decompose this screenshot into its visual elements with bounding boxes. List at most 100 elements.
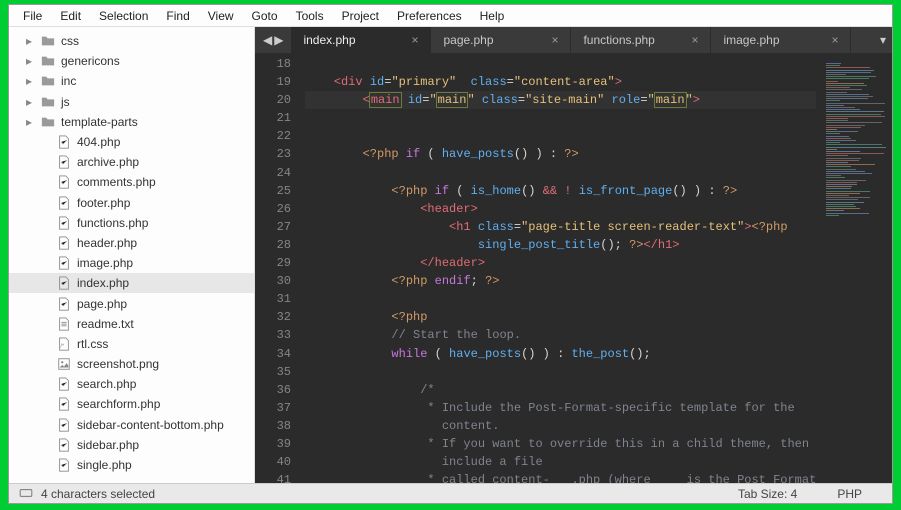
code-line: <main id="main" class="site-main" role="… xyxy=(305,91,816,109)
code-line: <?php if ( have_posts() ) : ?> xyxy=(305,147,579,161)
line-number: 30 xyxy=(255,272,291,290)
code-line: <?php endif; ?> xyxy=(305,274,499,288)
menu-goto[interactable]: Goto xyxy=(244,7,286,25)
file-icon xyxy=(57,297,71,311)
file-item[interactable]: comments.php xyxy=(9,172,254,192)
file-icon xyxy=(57,256,71,270)
code-editor[interactable]: <div id="primary" class="content-area"> … xyxy=(301,53,822,483)
file-icon xyxy=(57,135,71,149)
file-label: page.php xyxy=(77,297,127,311)
line-number: 28 xyxy=(255,236,291,254)
line-number: 38 xyxy=(255,417,291,435)
line-number: 25 xyxy=(255,182,291,200)
app-window: FileEditSelectionFindViewGotoToolsProjec… xyxy=(8,4,893,504)
minimap[interactable] xyxy=(822,53,892,483)
file-label: search.php xyxy=(77,377,136,391)
file-label: image.php xyxy=(77,256,133,270)
disclosure-icon[interactable]: ▸ xyxy=(25,115,33,129)
statusbar-icon xyxy=(19,487,33,501)
line-number: 24 xyxy=(255,164,291,182)
file-icon xyxy=(57,418,71,432)
file-item[interactable]: header.php xyxy=(9,233,254,253)
menu-preferences[interactable]: Preferences xyxy=(389,7,470,25)
disclosure-icon[interactable]: ▸ xyxy=(25,34,33,48)
file-item[interactable]: functions.php xyxy=(9,213,254,233)
file-icon xyxy=(57,175,71,189)
tab-label: index.php xyxy=(303,33,355,47)
file-tree: ▸css▸genericons▸inc▸js▸template-parts 404… xyxy=(9,27,254,475)
file-item[interactable]: readme.txt xyxy=(9,314,254,334)
folder-item[interactable]: ▸js xyxy=(9,92,254,112)
file-icon xyxy=(57,317,71,331)
tabbar-overflow-icon[interactable]: ▾ xyxy=(880,27,886,53)
file-icon xyxy=(57,155,71,169)
line-number: 29 xyxy=(255,254,291,272)
file-item[interactable]: page.php xyxy=(9,293,254,313)
statusbar-tab-size[interactable]: Tab Size: 4 xyxy=(738,487,797,501)
file-icon xyxy=(57,377,71,391)
file-item[interactable]: screenshot.png xyxy=(9,354,254,374)
menu-edit[interactable]: Edit xyxy=(52,7,89,25)
tab-close-icon[interactable]: × xyxy=(691,33,698,47)
file-label: screenshot.png xyxy=(77,357,159,371)
line-number: 27 xyxy=(255,218,291,236)
folder-icon xyxy=(41,54,55,68)
statusbar-selection-text: 4 characters selected xyxy=(41,487,155,501)
menu-view[interactable]: View xyxy=(200,7,242,25)
folder-item[interactable]: ▸css xyxy=(9,31,254,51)
menu-file[interactable]: File xyxy=(15,7,50,25)
file-item[interactable]: single.php xyxy=(9,455,254,475)
file-item[interactable]: index.php xyxy=(9,273,254,293)
file-item[interactable]: /*rtl.css xyxy=(9,334,254,354)
file-item[interactable]: 404.php xyxy=(9,132,254,152)
code-line: <?php if ( is_home() && ! is_front_page(… xyxy=(305,184,737,198)
statusbar-language[interactable]: PHP xyxy=(837,487,862,501)
disclosure-icon[interactable]: ▸ xyxy=(25,95,33,109)
menu-selection[interactable]: Selection xyxy=(91,7,156,25)
code-line: // Start the loop. xyxy=(305,328,521,342)
line-number: 20 xyxy=(255,91,291,109)
menu-project[interactable]: Project xyxy=(334,7,387,25)
file-item[interactable]: archive.php xyxy=(9,152,254,172)
file-item[interactable]: searchform.php xyxy=(9,394,254,414)
tab-close-icon[interactable]: × xyxy=(551,33,558,47)
disclosure-icon[interactable]: ▸ xyxy=(25,54,33,68)
file-label: 404.php xyxy=(77,135,120,149)
tab-close-icon[interactable]: × xyxy=(831,33,838,47)
file-item[interactable]: footer.php xyxy=(9,193,254,213)
folder-icon xyxy=(41,74,55,88)
file-label: searchform.php xyxy=(77,397,160,411)
line-number: 34 xyxy=(255,345,291,363)
tab-nav-right-icon[interactable]: ▶ xyxy=(274,33,283,47)
file-item[interactable]: sidebar-content-bottom.php xyxy=(9,415,254,435)
line-number: 32 xyxy=(255,308,291,326)
tab[interactable]: functions.php× xyxy=(571,27,711,53)
statusbar: 4 characters selected Tab Size: 4 PHP xyxy=(9,483,892,503)
menu-help[interactable]: Help xyxy=(472,7,513,25)
disclosure-icon[interactable]: ▸ xyxy=(25,74,33,88)
file-label: sidebar-content-bottom.php xyxy=(77,418,224,432)
line-number: 18 xyxy=(255,55,291,73)
tab[interactable]: index.php × xyxy=(291,27,431,53)
menu-tools[interactable]: Tools xyxy=(288,7,332,25)
file-label: sidebar.php xyxy=(77,438,139,452)
tab-close-icon[interactable]: × xyxy=(411,33,418,47)
tab-nav-arrows[interactable]: ◀ ▶ xyxy=(255,27,291,53)
line-number: 31 xyxy=(255,290,291,308)
file-item[interactable]: sidebar.php xyxy=(9,435,254,455)
folder-item[interactable]: ▸template-parts xyxy=(9,112,254,132)
folder-item[interactable]: ▸genericons xyxy=(9,51,254,71)
file-label: index.php xyxy=(77,276,129,290)
line-number: 41 xyxy=(255,471,291,489)
tab-label: page.php xyxy=(443,33,493,47)
editor-area: ◀ ▶ index.php×page.php×functions.php×ima… xyxy=(255,27,892,483)
folder-item[interactable]: ▸inc xyxy=(9,71,254,91)
file-icon xyxy=(57,276,71,290)
code-host: 1819202122232425262728293031323334353637… xyxy=(255,53,892,483)
file-item[interactable]: search.php xyxy=(9,374,254,394)
tab[interactable]: image.php× xyxy=(711,27,851,53)
menu-find[interactable]: Find xyxy=(158,7,197,25)
tab-nav-left-icon[interactable]: ◀ xyxy=(263,33,272,47)
tab[interactable]: page.php × xyxy=(431,27,571,53)
file-item[interactable]: image.php xyxy=(9,253,254,273)
